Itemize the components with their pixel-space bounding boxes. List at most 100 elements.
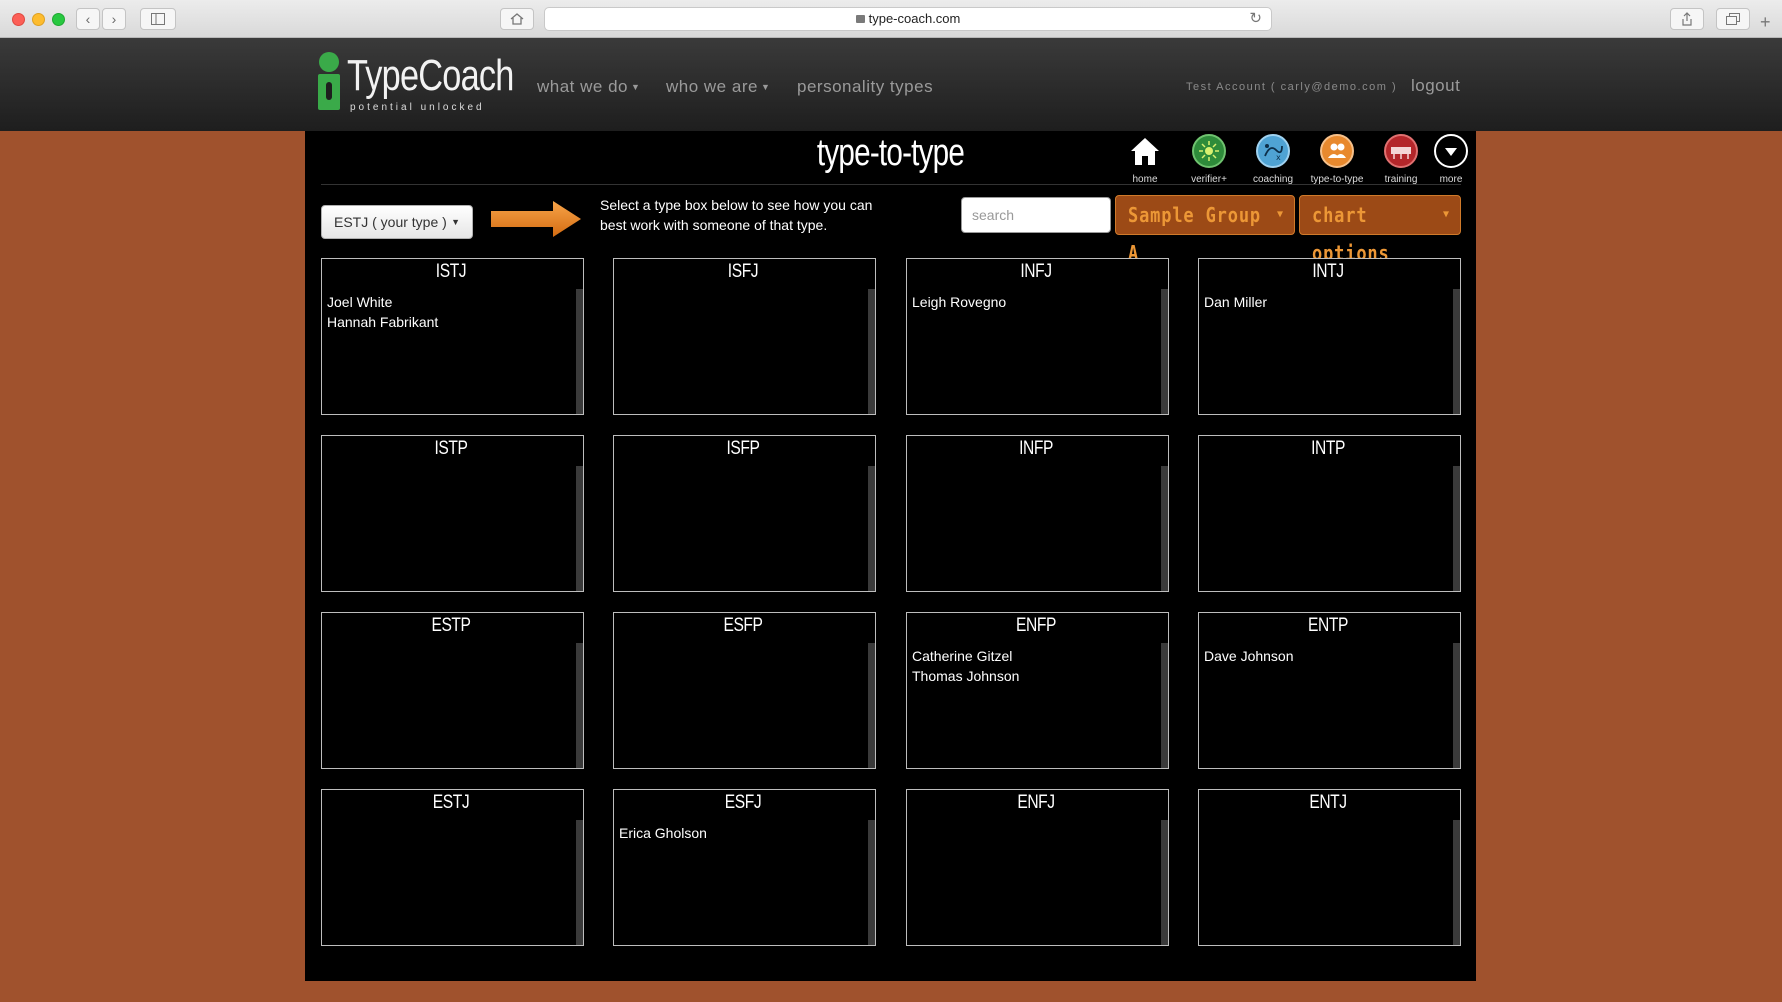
member-name[interactable]: Catherine Gitzel [912, 646, 1019, 666]
type-name: ENTP [1308, 615, 1348, 636]
type-box-infp[interactable]: INFP [906, 435, 1169, 592]
type-box-scrollbar[interactable] [868, 289, 875, 414]
type-box-scrollbar[interactable] [1161, 466, 1168, 591]
nav-who-we-are[interactable]: who we are ▼ [666, 77, 770, 97]
type-box-estp[interactable]: ESTP [321, 612, 584, 769]
sidebar-toggle-icon[interactable] [140, 8, 176, 30]
type-box-scrollbar[interactable] [868, 466, 875, 591]
typecoach-logo-icon[interactable] [318, 52, 340, 114]
member-name[interactable]: Leigh Rovegno [912, 292, 1006, 312]
tabs-overview-icon[interactable] [1716, 8, 1750, 30]
type-name: ISTJ [435, 261, 467, 282]
type-name: ISTP [434, 438, 468, 459]
type-box-enfp[interactable]: ENFP Catherine Gitzel Thomas Johnson [906, 612, 1169, 769]
more-icon [1434, 134, 1468, 168]
tool-more[interactable]: more [1421, 134, 1481, 185]
training-icon [1384, 134, 1418, 168]
logo-text[interactable]: TypeCoach [347, 52, 514, 100]
type-box-isfp[interactable]: ISFP [613, 435, 876, 592]
share-icon[interactable] [1670, 8, 1704, 30]
member-list: Erica Gholson [619, 823, 707, 843]
forward-icon[interactable]: › [102, 8, 126, 30]
new-tab-icon[interactable]: + [1760, 12, 1771, 33]
type-box-intp[interactable]: INTP [1198, 435, 1461, 592]
type-box-scrollbar[interactable] [1453, 466, 1460, 591]
lock-icon [855, 15, 865, 23]
type-box-scrollbar[interactable] [868, 820, 875, 945]
search-input[interactable]: search [961, 197, 1111, 233]
member-name[interactable]: Erica Gholson [619, 823, 707, 843]
member-name[interactable]: Dave Johnson [1204, 646, 1294, 666]
type-name: INTJ [1312, 261, 1344, 282]
type-box-scrollbar[interactable] [1161, 820, 1168, 945]
tool-label: more [1439, 174, 1463, 185]
type-box-entp[interactable]: ENTP Dave Johnson [1198, 612, 1461, 769]
type-box-scrollbar[interactable] [1161, 289, 1168, 414]
type-name: ISFP [726, 438, 760, 459]
maximize-window-button[interactable] [52, 13, 65, 26]
type-box-scrollbar[interactable] [868, 643, 875, 768]
type-name: ISFJ [727, 261, 759, 282]
member-name[interactable]: Thomas Johnson [912, 666, 1019, 686]
type-name: ESFJ [724, 792, 762, 813]
nav-label: personality types [797, 77, 934, 96]
address-bar[interactable]: type-coach.com ↻ [544, 7, 1272, 31]
type-name: ESTP [431, 615, 471, 636]
nav-personality-types[interactable]: personality types [797, 77, 933, 97]
member-name[interactable]: Dan Miller [1204, 292, 1267, 312]
type-name: ENTJ [1309, 792, 1347, 813]
caret-down-icon: ▼ [451, 217, 460, 227]
type-box-estj[interactable]: ESTJ [321, 789, 584, 946]
group-select-button[interactable]: Sample Group A ▼ [1115, 195, 1295, 265]
type-box-scrollbar[interactable] [576, 466, 583, 591]
caret-down-icon: ▼ [1276, 209, 1284, 220]
type-name: INFJ [1020, 261, 1052, 282]
caret-down-icon: ▼ [760, 82, 771, 92]
type-name: ENFP [1016, 615, 1056, 636]
type-name: ESTJ [432, 792, 470, 813]
back-icon[interactable]: ‹ [76, 8, 100, 30]
type-box-istj[interactable]: ISTJ Joel White Hannah Fabrikant [321, 258, 584, 415]
tool-label: type-to-type [1310, 174, 1364, 185]
type-box-entj[interactable]: ENTJ [1198, 789, 1461, 946]
member-list: Joel White Hannah Fabrikant [327, 292, 438, 332]
type-box-infj[interactable]: INFJ Leigh Rovegno [906, 258, 1169, 415]
tool-verifier[interactable]: verifier+ [1179, 134, 1239, 185]
type-box-isfj[interactable]: ISFJ [613, 258, 876, 415]
type-box-istp[interactable]: ISTP [321, 435, 584, 592]
home-page-icon[interactable] [500, 8, 534, 30]
type-box-scrollbar[interactable] [576, 289, 583, 414]
tool-home[interactable]: home [1115, 134, 1175, 185]
type-name: ESFP [723, 615, 763, 636]
caret-down-icon: ▼ [1442, 209, 1450, 220]
nav-what-we-do[interactable]: what we do ▼ [537, 77, 640, 97]
type-box-esfj[interactable]: ESFJ Erica Gholson [613, 789, 876, 946]
nav-label: what we do [537, 77, 628, 96]
type-box-intj[interactable]: INTJ Dan Miller [1198, 258, 1461, 415]
type-name: ENFJ [1017, 792, 1055, 813]
your-type-select[interactable]: ESTJ ( your type ) ▼ [321, 205, 473, 239]
reload-icon[interactable]: ↻ [1249, 8, 1262, 30]
member-list: Leigh Rovegno [912, 292, 1006, 312]
type-box-scrollbar[interactable] [1453, 289, 1460, 414]
arrow-right-icon [491, 201, 581, 237]
type-box-scrollbar[interactable] [576, 643, 583, 768]
tool-type-to-type[interactable]: type-to-type [1307, 134, 1367, 185]
member-name[interactable]: Hannah Fabrikant [327, 312, 438, 332]
url-text: type-coach.com [868, 11, 961, 26]
type-box-enfj[interactable]: ENFJ [906, 789, 1169, 946]
close-window-button[interactable] [12, 13, 25, 26]
chart-options-button[interactable]: chart options ▼ [1299, 195, 1461, 265]
minimize-window-button[interactable] [32, 13, 45, 26]
type-box-scrollbar[interactable] [1453, 820, 1460, 945]
tool-coaching[interactable]: x coaching [1243, 134, 1303, 185]
type-box-esfp[interactable]: ESFP [613, 612, 876, 769]
type-box-scrollbar[interactable] [1161, 643, 1168, 768]
nav-label: who we are [666, 77, 758, 96]
member-name[interactable]: Joel White [327, 292, 438, 312]
home-icon [1128, 134, 1162, 168]
type-name: INFP [1019, 438, 1053, 459]
type-box-scrollbar[interactable] [1453, 643, 1460, 768]
type-box-scrollbar[interactable] [576, 820, 583, 945]
logout-link[interactable]: logout [1411, 76, 1460, 96]
